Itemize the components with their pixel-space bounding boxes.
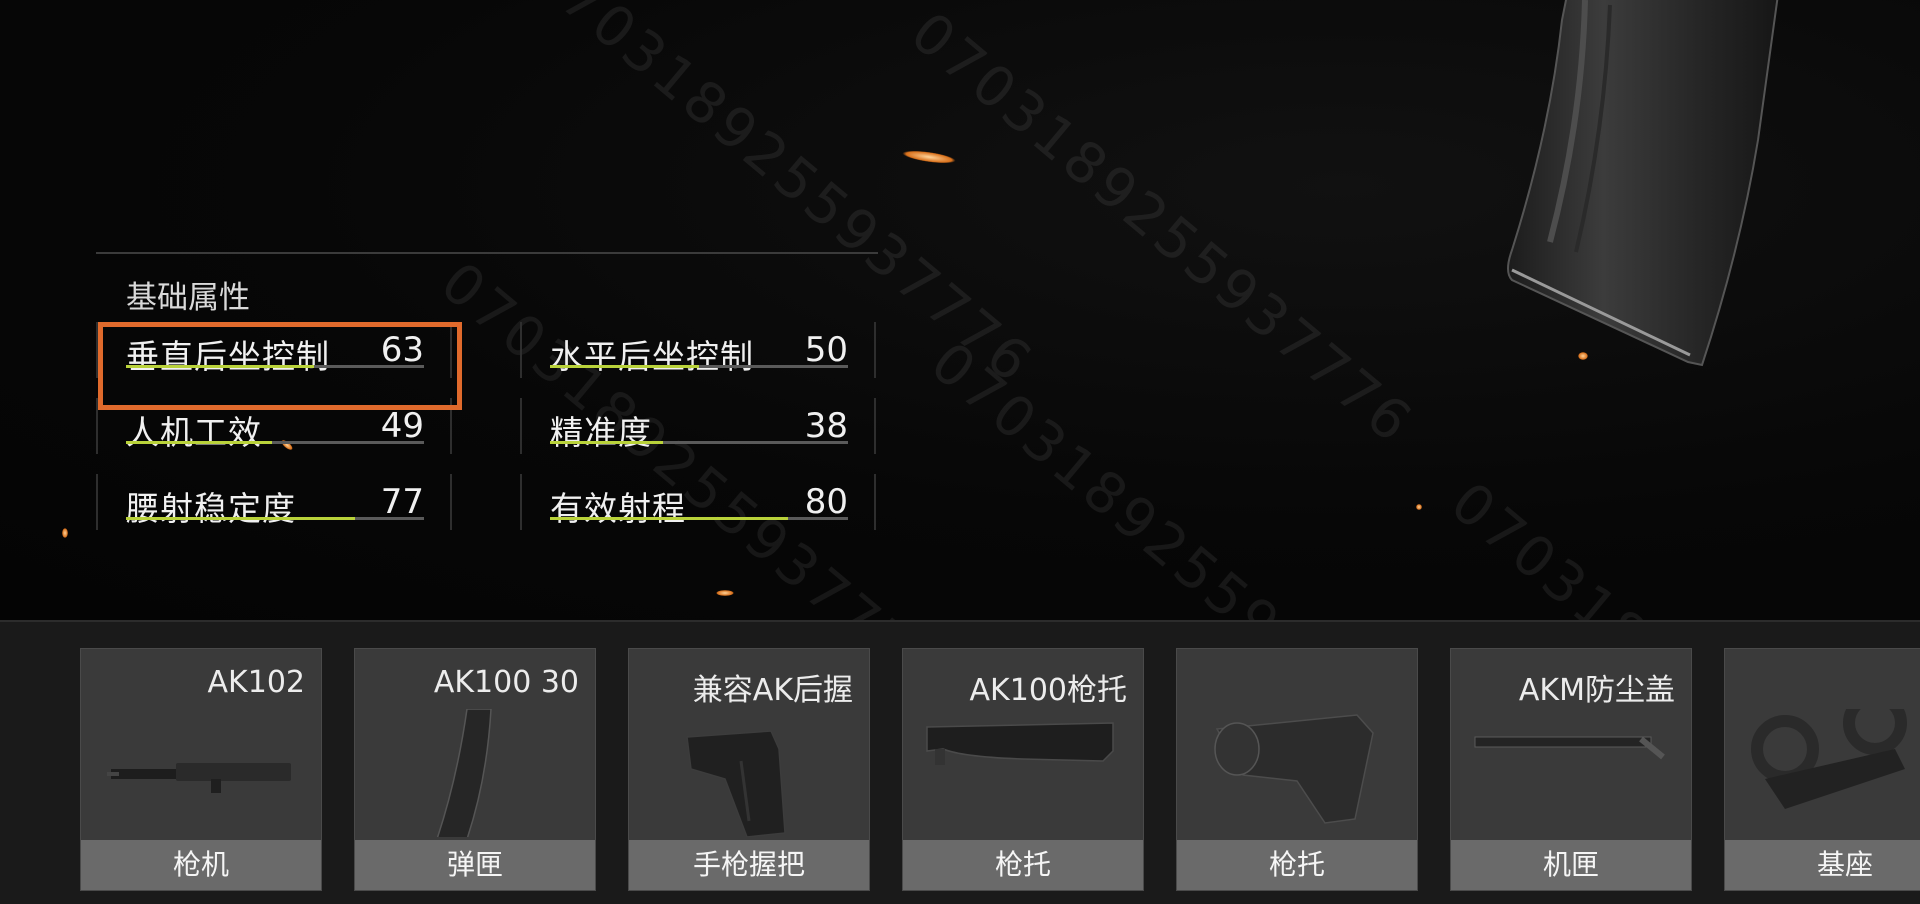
stat-bar-fill	[550, 441, 664, 444]
stat-value: 80	[804, 482, 848, 522]
part-type: 枪托	[903, 840, 1143, 890]
stat-bar	[126, 517, 424, 520]
part-type: 机匣	[1451, 840, 1691, 890]
folding-stock-icon	[926, 722, 1114, 765]
stat-value: 50	[804, 330, 848, 370]
receiver-icon	[107, 763, 291, 793]
stat-bar-fill	[550, 365, 699, 368]
spark	[62, 528, 68, 538]
stat-bar	[550, 517, 848, 520]
stat-label: 人机工效	[126, 413, 262, 452]
spark	[716, 590, 734, 596]
part-type: 弹匣	[355, 840, 595, 890]
dust-cover-icon	[1474, 736, 1665, 760]
stat-accuracy[interactable]: 精准度 38	[520, 398, 876, 454]
part-card[interactable]: 兼容AK后握 手枪握把	[628, 648, 870, 891]
spark	[1416, 504, 1422, 510]
stat-horizontal-recoil[interactable]: 水平后坐控制 50	[520, 322, 876, 378]
part-card[interactable]: 枪托	[1176, 648, 1418, 891]
part-name: AK102	[207, 665, 305, 700]
spark	[901, 148, 957, 166]
stat-bar	[126, 441, 424, 444]
stat-bar	[550, 365, 848, 368]
part-name: AK100枪托	[969, 673, 1127, 708]
stat-label: 腰射稳定度	[126, 489, 296, 528]
part-type: 枪托	[1177, 840, 1417, 890]
stat-label: 有效射程	[550, 489, 686, 528]
stat-label: 水平后坐控制	[550, 337, 754, 376]
magazine-icon	[436, 709, 492, 837]
stat-hipfire-stability[interactable]: 腰射稳定度 77	[96, 474, 452, 530]
part-card[interactable]: AK100 30 弹匣	[354, 648, 596, 891]
part-card[interactable]: AKM防尘盖 机匣	[1450, 648, 1692, 891]
part-card[interactable]: 基座	[1724, 648, 1920, 891]
stat-value: 77	[380, 482, 424, 522]
part-card[interactable]: AK102 枪机	[80, 648, 322, 891]
stat-bar	[550, 441, 848, 444]
part-name: AK100 30	[433, 665, 579, 700]
stat-bar-fill	[126, 441, 273, 444]
stat-value: 49	[380, 406, 424, 446]
stat-bar-fill	[550, 517, 789, 520]
part-type: 基座	[1725, 840, 1920, 890]
panel-divider	[96, 252, 878, 254]
part-name: AKM防尘盖	[1518, 673, 1675, 708]
part-type: 手枪握把	[629, 840, 869, 890]
stat-label: 精准度	[550, 413, 652, 452]
scope-mount-icon	[1751, 709, 1907, 809]
stat-bar-fill	[126, 517, 356, 520]
magazine-model	[1507, 0, 1779, 367]
panel-title: 基础属性	[126, 280, 250, 316]
part-name: 兼容AK后握	[692, 673, 853, 708]
stat-value: 38	[804, 406, 848, 446]
stat-effective-range[interactable]: 有效射程 80	[520, 474, 876, 530]
part-type: 枪机	[81, 840, 321, 890]
part-card[interactable]: AK100枪托 枪托	[902, 648, 1144, 891]
pistol-grip-icon	[686, 730, 786, 837]
highlight-box	[98, 322, 462, 410]
parts-bar: AK102 枪机 AK100 30 弹匣 兼容AK后握 手枪握把 AK100枪托…	[0, 620, 1920, 904]
stock-icon	[1214, 714, 1374, 824]
